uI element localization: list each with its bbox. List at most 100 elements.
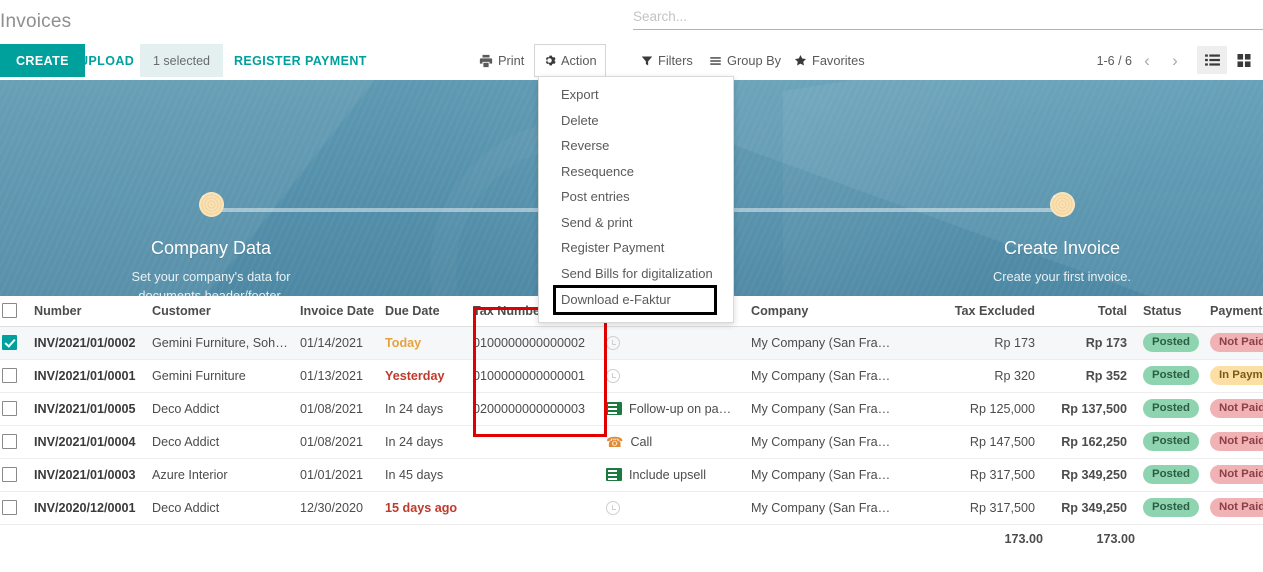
column-header-total[interactable]: Total [1043, 296, 1135, 327]
column-header-number[interactable]: Number [26, 296, 144, 327]
chevron-right-icon[interactable]: › [1162, 48, 1188, 74]
action-menu-item-post-entries[interactable]: Post entries [539, 184, 733, 210]
cell-tax-excluded: Rp 317,500 [898, 458, 1043, 492]
cell-tax-excluded: Rp 317,500 [898, 491, 1043, 525]
cell-next-activity [598, 359, 743, 393]
print-button[interactable]: Print [470, 44, 533, 77]
column-header-payment-status[interactable]: Payment Status [1202, 296, 1263, 327]
row-select-cell[interactable] [0, 491, 26, 525]
register-payment-button[interactable]: REGISTER PAYMENT [224, 44, 377, 77]
cell-number: INV/2020/12/0001 [34, 500, 136, 515]
onboarding-step-company-data: Company Data Set your company's data for… [81, 192, 341, 296]
search-input[interactable] [633, 9, 1263, 30]
row-checkbox[interactable] [2, 434, 17, 450]
table-row[interactable]: INV/2021/01/0004 Deco Addict 01/08/2021 In … [0, 425, 1263, 459]
chevron-left-icon[interactable]: ‹ [1134, 48, 1160, 74]
status-badge: Posted [1143, 399, 1199, 418]
status-badge: Posted [1143, 366, 1199, 385]
onboarding-step-create-invoice: Create Invoice Create your first invoice… [932, 192, 1192, 296]
cell-tax-number [465, 491, 598, 525]
action-menu-item-download-e-faktur[interactable]: Download e-Faktur [553, 285, 717, 315]
cell-tax-number: 0200000000000003 [465, 392, 598, 426]
group-by-label: Group By [727, 53, 782, 68]
row-checkbox[interactable] [2, 500, 17, 516]
action-menu-item-send-bills-for-digitalization[interactable]: Send Bills for digitalization [539, 261, 733, 287]
row-select-cell[interactable] [0, 326, 26, 360]
row-checkbox[interactable] [2, 401, 17, 417]
phone-icon: ☎ [606, 433, 624, 450]
totals-spacer [0, 524, 26, 554]
cell-total: Rp 173 [1085, 335, 1127, 350]
pager-range: 1-6 / 6 [1096, 53, 1132, 68]
filters-button[interactable]: Filters [632, 44, 702, 77]
row-select-cell[interactable] [0, 392, 26, 426]
next-activity-label: Include upsell [629, 467, 707, 482]
row-checkbox[interactable] [2, 335, 17, 351]
cell-number: INV/2021/01/0002 [34, 335, 136, 350]
column-header-invoice-date[interactable]: Invoice Date [292, 296, 377, 327]
column-header-due-date[interactable]: Due Date [377, 296, 465, 327]
group-by-button[interactable]: Group By [700, 44, 790, 77]
cell-customer: Deco Addict [144, 392, 292, 426]
control-bar: CREATE UPLOAD 1 selected REGISTER PAYMEN… [0, 44, 1263, 79]
table-footer: 173.00 173.00 [0, 524, 1263, 554]
next-activity-label: Call [630, 434, 653, 449]
totals-tax-excluded: 173.00 [898, 524, 1043, 554]
action-label: Action [561, 53, 597, 68]
table-row[interactable]: INV/2021/01/0002 Gemini Furniture, Soh… 01… [0, 326, 1263, 360]
table-row[interactable]: INV/2021/01/0005 Deco Addict 01/08/2021 In … [0, 392, 1263, 426]
favorites-label: Favorites [812, 53, 865, 68]
action-menu-item-send-print[interactable]: Send & print [539, 210, 733, 236]
cell-company: My Company (San Fra… [743, 392, 898, 426]
row-select-cell[interactable] [0, 458, 26, 492]
selection-count-chip[interactable]: 1 selected [140, 44, 223, 77]
favorites-button[interactable]: Favorites [785, 44, 874, 77]
cell-customer: Gemini Furniture [144, 359, 292, 393]
list-view-icon[interactable] [1197, 46, 1227, 74]
cell-total: Rp 349,250 [1061, 500, 1127, 515]
status-badge: Posted [1143, 465, 1199, 484]
step-dot-icon [1049, 192, 1075, 217]
cell-next-activity: ☎ Call [598, 425, 743, 459]
column-header-company[interactable]: Company [743, 296, 898, 327]
action-menu-item-register-payment[interactable]: Register Payment [539, 235, 733, 261]
cell-number: INV/2021/01/0005 [34, 401, 136, 416]
payment-status-badge: Not Paid [1210, 333, 1263, 352]
view-switcher [1197, 46, 1259, 74]
cell-invoice-date: 01/14/2021 [292, 326, 377, 360]
action-menu-item-export[interactable]: Export [539, 82, 733, 108]
row-checkbox[interactable] [2, 368, 17, 384]
upload-button[interactable]: UPLOAD [69, 44, 144, 77]
step-title: Create Invoice [1003, 238, 1121, 258]
select-all-checkbox[interactable] [2, 303, 17, 319]
table-row[interactable]: INV/2020/12/0001 Deco Addict 12/30/2020 15 … [0, 491, 1263, 525]
cell-tax-number: 0100000000000002 [465, 326, 598, 360]
cell-company: My Company (San Fra… [743, 425, 898, 459]
list-icon [606, 468, 622, 481]
cell-customer: Gemini Furniture, Soh… [144, 326, 292, 360]
cell-customer: Azure Interior [144, 458, 292, 492]
cell-tax-excluded: Rp 147,500 [898, 425, 1043, 459]
invoice-list: Number Customer Invoice Date Due Date Ta… [0, 296, 1263, 554]
column-header-tax-excluded[interactable]: Tax Excluded [898, 296, 1043, 327]
table-row[interactable]: INV/2021/01/0003 Azure Interior 01/01/2021… [0, 458, 1263, 492]
cell-next-activity [598, 326, 743, 360]
payment-status-badge: Not Paid [1210, 498, 1263, 517]
status-badge: Posted [1143, 498, 1199, 517]
cell-number: INV/2021/01/0004 [34, 434, 136, 449]
table-row[interactable]: INV/2021/01/0001 Gemini Furniture 01/13/20… [0, 359, 1263, 393]
action-menu-item-resequence[interactable]: Resequence [539, 159, 733, 185]
column-header-customer[interactable]: Customer [144, 296, 292, 327]
action-menu-item-reverse[interactable]: Reverse [539, 133, 733, 159]
row-select-cell[interactable] [0, 425, 26, 459]
action-button[interactable]: Action [534, 44, 606, 77]
list-icon [606, 402, 622, 415]
row-checkbox[interactable] [2, 467, 17, 483]
cell-invoice-date: 01/08/2021 [292, 425, 377, 459]
cell-due-date: In 24 days [385, 434, 444, 449]
row-select-cell[interactable] [0, 359, 26, 393]
column-header-status[interactable]: Status [1135, 296, 1202, 327]
page-title: Invoices [0, 11, 72, 32]
action-menu-item-delete[interactable]: Delete [539, 108, 733, 134]
kanban-view-icon[interactable] [1229, 46, 1259, 74]
